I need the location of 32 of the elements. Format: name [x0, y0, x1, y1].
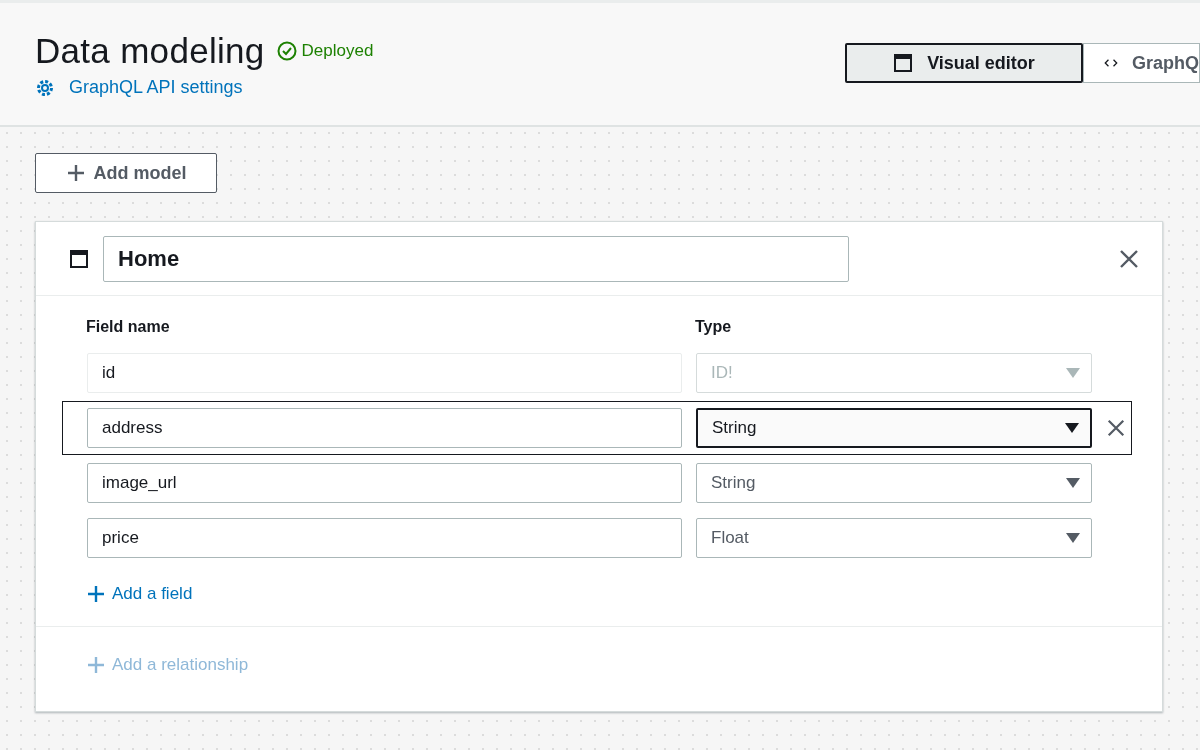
caret-icon	[1064, 422, 1080, 434]
status-label: Deployed	[276, 41, 374, 61]
remove-icon[interactable]	[1106, 418, 1126, 438]
window-icon	[69, 249, 89, 269]
column-label: Field name	[86, 318, 171, 336]
field-name-input[interactable]: address	[87, 408, 682, 448]
settings-icon	[35, 77, 55, 98]
caret-icon	[1065, 367, 1081, 379]
window-icon	[893, 53, 914, 73]
caret-icon	[1065, 477, 1081, 489]
field-name-input[interactable]: price	[87, 518, 682, 558]
type-select[interactable]: String	[696, 408, 1092, 448]
page-title: Data modeling	[35, 31, 265, 71]
field-name-input[interactable]: image_url	[87, 463, 682, 503]
plus-icon	[65, 163, 86, 183]
settings-link[interactable]: GraphQL API settings	[35, 77, 374, 98]
close-icon[interactable]	[1118, 248, 1140, 270]
view-tab[interactable]: GraphQ	[1083, 43, 1200, 83]
add-model-button[interactable]: Add model	[35, 153, 217, 193]
field-row[interactable]: price Float	[62, 511, 1132, 565]
caret-icon	[1065, 532, 1081, 544]
model-name-field[interactable]: Home	[103, 236, 849, 282]
check-circle-icon	[276, 41, 297, 61]
field-row[interactable]: address String	[62, 401, 1132, 455]
view-tab[interactable]: Visual editor	[845, 43, 1083, 83]
type-select[interactable]: Float	[696, 518, 1092, 558]
plus-icon	[86, 584, 106, 604]
type-select[interactable]: String	[696, 463, 1092, 503]
field-row[interactable]: image_url String	[62, 456, 1132, 510]
plus-icon	[86, 655, 106, 675]
add-field-link[interactable]: Add a field	[86, 584, 193, 604]
column-label: Type	[695, 318, 733, 336]
